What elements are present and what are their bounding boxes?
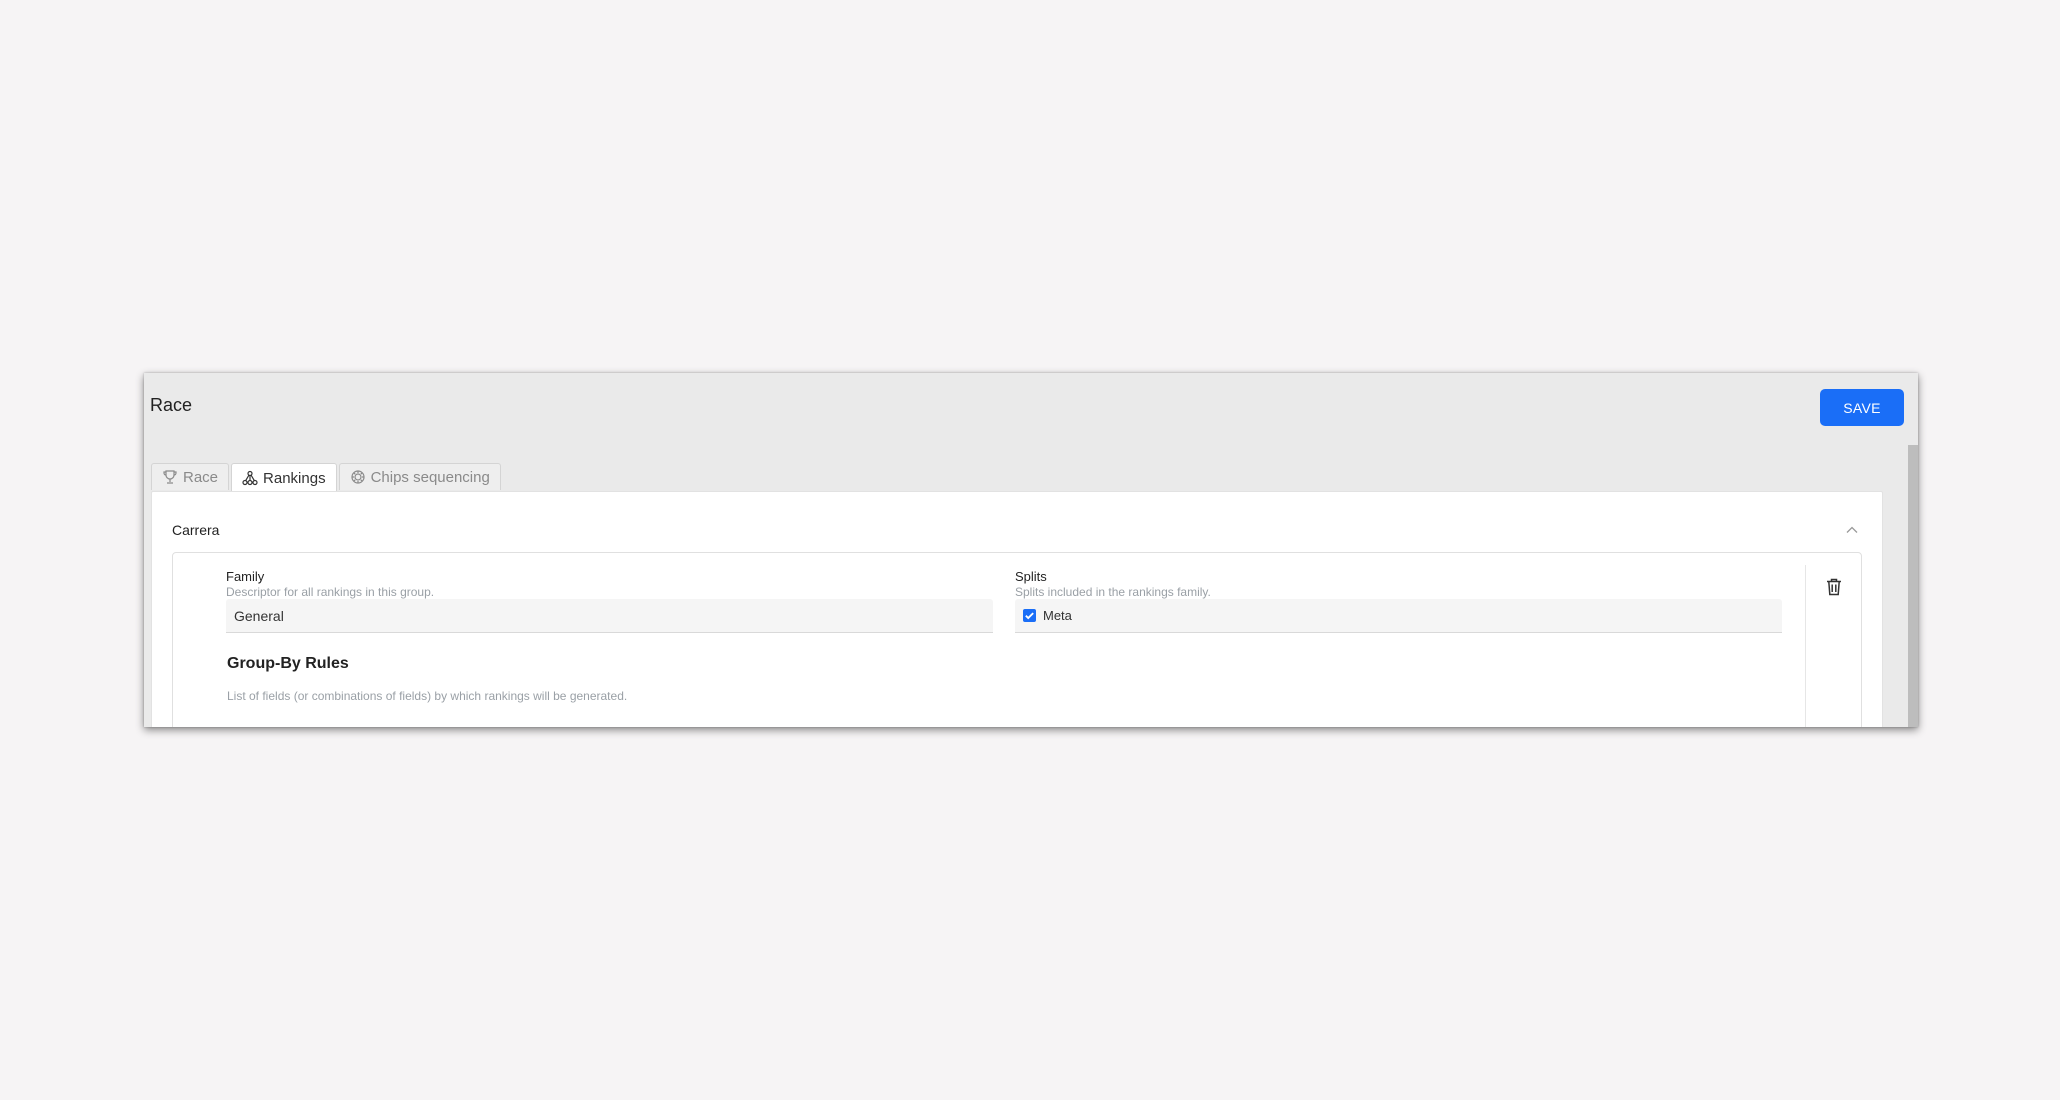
- save-button[interactable]: SAVE: [1820, 389, 1904, 426]
- ranking-tree-icon: [242, 470, 258, 486]
- ranking-family-card: Family Descriptor for all rankings in th…: [172, 552, 1862, 727]
- tab-label: Race: [183, 468, 219, 486]
- trash-icon[interactable]: [1825, 577, 1843, 597]
- family-input[interactable]: General: [226, 599, 993, 633]
- meta-checkbox[interactable]: [1023, 609, 1036, 622]
- chip-icon: [350, 470, 365, 484]
- scrollbar[interactable]: [1908, 445, 1918, 727]
- section-title: Carrera: [172, 522, 220, 538]
- group-by-title: Group-By Rules: [227, 655, 349, 672]
- trophy-icon: [163, 470, 177, 484]
- chevron-up-icon[interactable]: [1844, 522, 1860, 538]
- tab-rankings[interactable]: Rankings: [231, 463, 337, 492]
- splits-field[interactable]: Meta: [1015, 599, 1782, 633]
- splits-label: Splits: [1015, 569, 1047, 584]
- family-label: Family: [226, 569, 265, 584]
- dialog-title: Race: [150, 395, 193, 415]
- race-dialog: Race SAVE Race Rankings Chips sequencing…: [144, 373, 1918, 727]
- tab-label: Chips sequencing: [370, 468, 490, 486]
- tab-bar: Race Rankings Chips sequencing: [151, 463, 501, 492]
- tab-label: Rankings: [263, 469, 326, 487]
- group-by-help: List of fields (or combinations of field…: [227, 689, 628, 703]
- family-help: Descriptor for all rankings in this grou…: [226, 585, 435, 599]
- meta-option-label: Meta: [1043, 608, 1072, 623]
- rankings-panel: Carrera Family Descriptor for all rankin…: [151, 491, 1883, 727]
- splits-help: Splits included in the rankings family.: [1015, 585, 1211, 599]
- tab-race[interactable]: Race: [151, 463, 230, 490]
- card-divider: [1805, 565, 1806, 727]
- checkmark-icon: [1025, 612, 1034, 620]
- tab-chips-sequencing[interactable]: Chips sequencing: [338, 463, 501, 490]
